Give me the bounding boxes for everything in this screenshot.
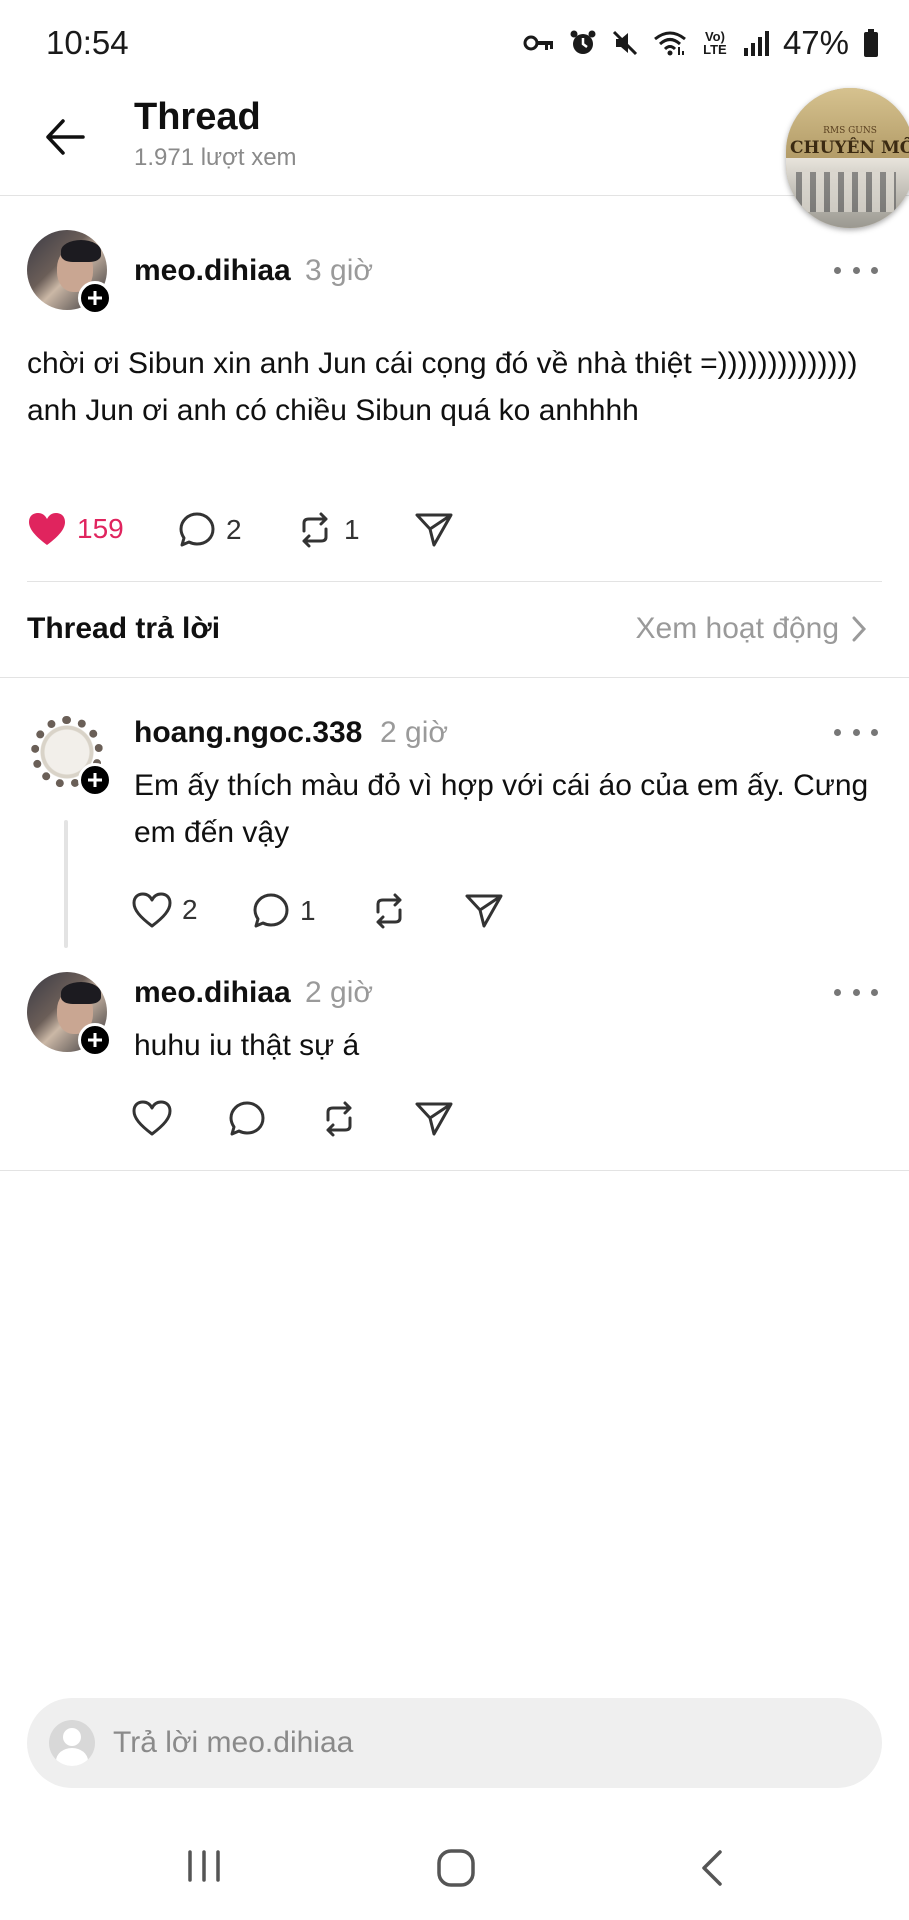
plus-icon xyxy=(88,291,102,305)
replies-divider xyxy=(0,677,909,678)
back-button[interactable] xyxy=(40,112,90,162)
reply-text: huhu iu thật sự á xyxy=(134,1029,360,1062)
like-count: 2 xyxy=(182,894,198,925)
heart-icon xyxy=(132,892,172,928)
arrow-left-icon xyxy=(46,119,85,155)
repost-icon xyxy=(302,512,328,548)
reply-more-button[interactable] xyxy=(834,980,878,1004)
post-time: 3 giờ xyxy=(305,254,374,287)
share-button[interactable] xyxy=(414,1100,454,1138)
key-icon xyxy=(523,35,553,51)
follow-plus-button[interactable] xyxy=(78,1023,112,1057)
repost-icon xyxy=(326,1101,352,1137)
chevron-left-icon xyxy=(702,1850,722,1886)
post-divider xyxy=(27,581,882,582)
reply-username[interactable]: hoang.ngoc.338 xyxy=(134,716,362,750)
volte-icon: Vo) LTE xyxy=(703,29,727,57)
post-username[interactable]: meo.dihiaa xyxy=(134,254,291,288)
post-more-button[interactable] xyxy=(834,258,878,282)
comment-icon xyxy=(179,512,215,547)
view-activity-link[interactable]: Xem hoạt động xyxy=(636,612,867,646)
like-count: 159 xyxy=(77,513,124,544)
home-icon xyxy=(437,1849,475,1887)
home-button[interactable] xyxy=(436,1848,476,1893)
like-button[interactable] xyxy=(132,1100,172,1136)
reply-time: 2 giờ xyxy=(380,716,449,749)
thread-connector-line xyxy=(64,820,68,948)
follow-plus-button[interactable] xyxy=(78,281,112,315)
view-count: 1.971 lượt xem xyxy=(134,144,297,171)
comment-count: 2 xyxy=(226,514,242,545)
like-button[interactable]: 2 xyxy=(132,892,198,928)
replies-section-title: Thread trả lời xyxy=(27,612,221,645)
post-text: chời ơi Sibun xin anh Jun cái cọng đó về… xyxy=(27,347,858,427)
comment-count: 1 xyxy=(300,895,316,926)
recents-button[interactable] xyxy=(184,1848,224,1889)
bubble-windows xyxy=(796,172,896,212)
comment-button[interactable]: 2 xyxy=(178,511,242,549)
status-time: 10:54 xyxy=(46,24,129,61)
send-icon xyxy=(415,513,453,547)
repost-button[interactable] xyxy=(370,892,408,930)
thread-end-divider xyxy=(0,1170,909,1171)
heart-icon xyxy=(132,1100,172,1136)
avatar-hair xyxy=(61,240,101,262)
page-title: Thread xyxy=(134,96,261,138)
plus-icon xyxy=(88,1033,102,1047)
mute-icon xyxy=(612,30,637,56)
like-button[interactable]: 159 xyxy=(27,511,124,547)
chevron-right-icon xyxy=(852,616,867,642)
reply-username[interactable]: meo.dihiaa xyxy=(134,976,291,1010)
avatar-hair xyxy=(61,982,101,1004)
send-icon xyxy=(465,894,503,928)
wifi-icon xyxy=(654,31,686,56)
repost-button[interactable] xyxy=(320,1100,358,1138)
alarm-icon xyxy=(570,30,596,54)
bubble-small-text: RMS GUNS xyxy=(823,126,877,136)
battery-level: 47% xyxy=(782,24,849,61)
system-nav-bar xyxy=(0,1820,909,1920)
battery-icon xyxy=(864,29,878,57)
share-button[interactable] xyxy=(464,892,504,930)
comment-button[interactable]: 1 xyxy=(252,892,316,930)
comment-icon xyxy=(253,893,289,928)
signal-icon xyxy=(743,31,769,56)
user-avatar xyxy=(49,1720,95,1766)
back-nav-button[interactable] xyxy=(698,1848,726,1893)
floating-chat-bubble[interactable]: RMS GUNS CHUYÊN MÔN xyxy=(786,88,909,228)
reply-placeholder: Trả lời meo.dihiaa xyxy=(113,1726,354,1759)
status-icons: Vo) LTE 47% xyxy=(523,24,879,62)
reply-time: 2 giờ xyxy=(305,976,374,1009)
plus-icon xyxy=(88,773,102,787)
status-bar: 10:54 Vo) LTE 47% xyxy=(0,0,909,90)
reply-text: Em ấy thích màu đỏ vì hợp với cái áo của… xyxy=(134,769,869,849)
bubble-brand-text: CHUYÊN MÔN xyxy=(790,138,909,158)
heart-filled-icon xyxy=(29,513,65,545)
comment-button[interactable] xyxy=(228,1100,266,1138)
repost-icon xyxy=(376,893,402,929)
repost-count: 1 xyxy=(344,514,360,545)
follow-plus-button[interactable] xyxy=(78,763,112,797)
share-button[interactable] xyxy=(414,511,454,549)
reply-input[interactable]: Trả lời meo.dihiaa xyxy=(27,1698,882,1788)
recents-icon xyxy=(188,1850,220,1882)
thread-header: Thread 1.971 lượt xem xyxy=(0,90,909,196)
comment-icon xyxy=(229,1101,265,1136)
reply-more-button[interactable] xyxy=(834,720,878,744)
send-icon xyxy=(415,1102,453,1136)
repost-button[interactable]: 1 xyxy=(296,511,360,549)
view-activity-label: Xem hoạt động xyxy=(635,612,839,645)
